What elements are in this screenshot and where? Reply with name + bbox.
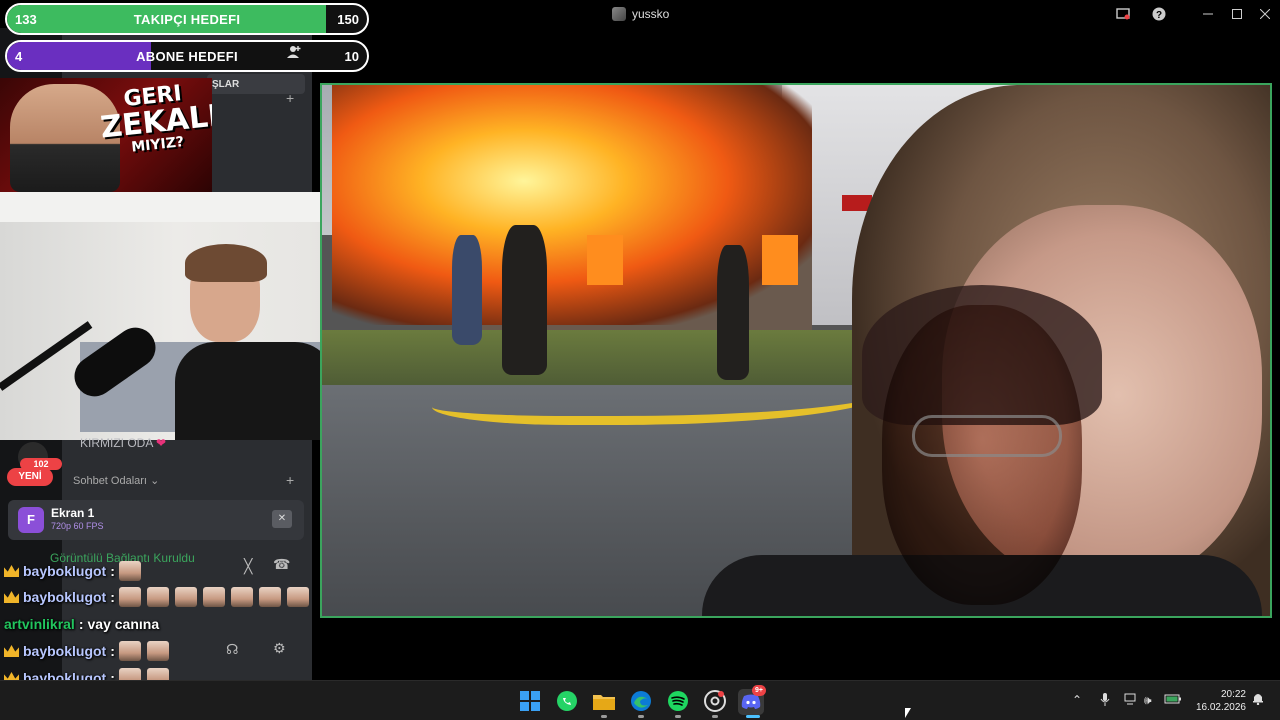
tray-overflow-icon[interactable]: ⌃ [1072, 693, 1082, 707]
taskbar: 9+ ⌃ 🕪 20:22 16.02.2026 [0, 680, 1280, 720]
explorer-indicator [601, 715, 607, 718]
chat-emote [230, 587, 253, 607]
webcam-person-hair [185, 244, 267, 282]
red-room-channel[interactable]: KIRMIZI ODA ❤ [80, 436, 166, 450]
chrome-indicator [712, 715, 718, 718]
screen-share-panel[interactable]: F Ekran 1 720p 60 FPS ✕ [8, 500, 304, 540]
settings-gear-icon[interactable]: ⚙ [273, 640, 286, 657]
chevron-down-icon: ⌄ [150, 475, 160, 487]
video-thumbnail: GERI ZEKALI MIYIZ? [0, 78, 212, 192]
discord-notification-badge: 9+ [752, 685, 766, 696]
chat-emote [118, 641, 141, 661]
network-icon[interactable] [1124, 693, 1138, 708]
chat-emote [146, 641, 169, 661]
edge-indicator [638, 715, 644, 718]
chat-separator: : [78, 616, 84, 632]
firefighter [502, 225, 547, 375]
video-off-icon[interactable]: ╳ [244, 558, 252, 575]
chat-emote [118, 561, 141, 581]
add-user-icon [287, 45, 301, 62]
chat-username[interactable]: bayboklugot [23, 643, 106, 659]
microphone-icon[interactable] [1100, 693, 1110, 710]
chat-separator: : [110, 589, 115, 605]
chat-username[interactable]: bayboklugot [23, 589, 106, 605]
hangup-icon[interactable]: ☎ [273, 556, 290, 573]
file-explorer-icon[interactable] [592, 689, 616, 713]
house-window [762, 235, 798, 285]
subscriber-goal-end: 10 [344, 48, 359, 64]
stop-share-icon[interactable]: ✕ [272, 510, 292, 528]
app-avatar [612, 7, 626, 21]
new-badge[interactable]: YENİ [7, 468, 53, 486]
clock-date: 16.02.2026 [1195, 702, 1246, 713]
follower-goal-label: TAKIPÇI HEDEFI [133, 11, 241, 27]
window-title-text: yussko [632, 7, 670, 21]
windows-start-icon[interactable] [518, 689, 542, 713]
firefighter [452, 235, 482, 345]
glasses [912, 415, 1062, 457]
crown-icon [4, 591, 19, 603]
chat-emote [146, 587, 169, 607]
headphones-icon[interactable]: ☊ [226, 641, 238, 658]
thumbnail-text: GERI ZEKALI MIYIZ? [97, 80, 212, 157]
chat-message: artvinlikral: vay canına [4, 613, 159, 635]
chat-message: bayboklugot: [4, 586, 315, 608]
volume-icon[interactable]: 🕪 [1144, 693, 1152, 708]
crown-icon [4, 565, 19, 577]
whatsapp-icon[interactable] [555, 689, 579, 713]
chat-username[interactable]: bayboklugot [23, 563, 106, 579]
webcam-person-body [175, 342, 335, 440]
crown-icon [4, 645, 19, 657]
chat-text: vay canına [87, 616, 160, 632]
chat-separator: : [110, 563, 115, 579]
subscriber-goal-bar: 4 ABONE HEDEFI 10 [5, 40, 369, 72]
svg-text:?: ? [1156, 10, 1162, 21]
close-icon[interactable] [1256, 5, 1274, 23]
subscriber-goal-label: ABONE HEDEFI [136, 48, 238, 64]
chat-emote [118, 587, 141, 607]
add-room-icon[interactable]: + [286, 472, 294, 488]
screen-share-avatar: F [18, 507, 44, 533]
red-room-label: KIRMIZI ODA [80, 436, 153, 450]
chat-emote [202, 587, 225, 607]
stream-view [320, 83, 1272, 618]
rooms-header-label: Sohbet Odaları [73, 475, 147, 487]
chat-emote [174, 587, 197, 607]
chat-username[interactable]: artvinlikral [4, 616, 75, 632]
chat-message: bayboklugot: [4, 560, 147, 582]
follower-goal-bar: 133 TAKIPÇI HEDEFI 150 [5, 3, 369, 35]
help-icon[interactable]: ? [1150, 5, 1168, 23]
rooms-header[interactable]: Sohbet Odaları ⌄ [73, 474, 159, 487]
chrome-icon[interactable] [703, 689, 727, 713]
maximize-icon[interactable] [1228, 5, 1246, 23]
chat-message: bayboklugot: [4, 640, 175, 662]
screen-share-icon[interactable] [1114, 5, 1132, 23]
edge-icon[interactable] [629, 689, 653, 713]
screen-share-title: Ekran 1 [51, 506, 95, 520]
add-channel-icon[interactable]: + [286, 90, 294, 106]
screen-share-quality: 720p 60 FPS [51, 521, 104, 531]
spotify-indicator [675, 715, 681, 718]
notification-bell-icon[interactable] [1252, 691, 1264, 708]
battery-icon[interactable] [1164, 693, 1182, 708]
chat-emote [258, 587, 281, 607]
mouse-cursor [905, 708, 911, 718]
minimize-icon[interactable] [1199, 5, 1217, 23]
spotify-icon[interactable] [666, 689, 690, 713]
heart-icon: ❤ [156, 436, 167, 450]
clock[interactable]: 20:22 16.02.2026 [1190, 688, 1246, 714]
firefighter [717, 245, 749, 380]
follower-goal-end: 150 [337, 11, 359, 27]
discord-icon[interactable]: 9+ [738, 685, 766, 715]
clock-time: 20:22 [1220, 689, 1246, 700]
chat-emote [286, 587, 309, 607]
chat-separator: : [110, 643, 115, 659]
house-window [587, 235, 623, 285]
window-title: yussko [612, 6, 669, 22]
discord-indicator [746, 715, 760, 718]
